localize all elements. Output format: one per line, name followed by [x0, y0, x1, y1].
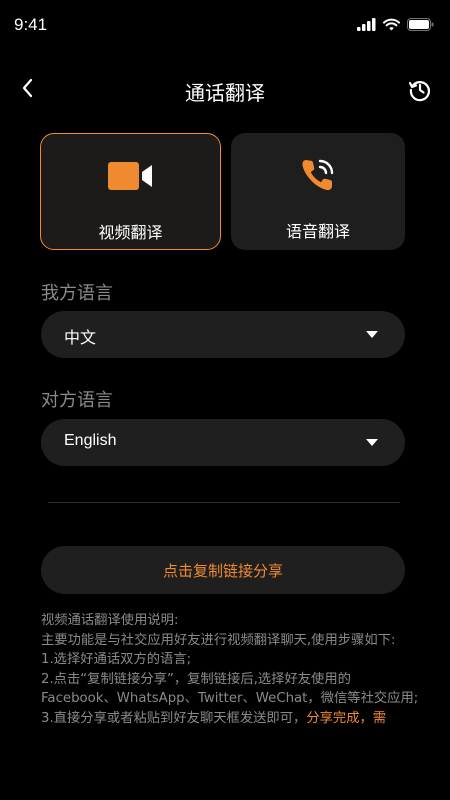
status-icons [357, 16, 434, 35]
instructions-step-3-highlight: 分享完成，需 [306, 710, 387, 726]
video-camera-icon [107, 160, 154, 196]
instructions-step-3-text: 3.直接分享或者粘贴到好友聊天框发送即可， [41, 710, 307, 726]
battery-icon [407, 16, 434, 35]
status-time: 9:41 [14, 15, 48, 34]
mode-label-voice: 语音翻译 [285, 222, 350, 241]
divider [48, 502, 400, 503]
instructions-intro: 主要功能是与社交应用好友进行视频翻译聊天,使用步骤如下: [41, 632, 396, 648]
cellular-signal-icon [357, 16, 376, 35]
call-translate-screen: 9:41 通话翻译 视频翻译 语音翻译 我方语言 中文 对方语言 English… [0, 0, 450, 800]
usage-instructions: 视频通话翻译使用说明: 主要功能是与社交应用好友进行视频翻译聊天,使用步骤如下:… [41, 611, 421, 728]
history-button[interactable] [406, 78, 434, 106]
my-language-label: 我方语言 [41, 283, 113, 304]
wifi-icon [383, 16, 400, 35]
instructions-title: 视频通话翻译使用说明: [41, 613, 179, 628]
navigation-bar: 通话翻译 [0, 62, 450, 118]
their-language-label: 对方语言 [41, 390, 113, 411]
mode-label-video: 视频翻译 [98, 223, 163, 242]
mode-card-video[interactable]: 视频翻译 [40, 133, 221, 250]
history-icon [408, 78, 432, 106]
mode-card-voice[interactable]: 语音翻译 [231, 133, 405, 250]
caret-down-icon [366, 439, 378, 446]
status-bar: 9:41 [0, 0, 450, 50]
page-title: 通话翻译 [185, 81, 265, 105]
copy-link-share-button[interactable]: 点击复制链接分享 [41, 546, 405, 594]
my-language-select[interactable]: 中文 [41, 311, 405, 358]
their-language-value: English [64, 432, 117, 449]
instructions-step-3: 3.直接分享或者粘贴到好友聊天框发送即可，分享完成，需 [41, 709, 421, 729]
my-language-value: 中文 [64, 328, 97, 347]
share-button-label: 点击复制链接分享 [162, 562, 283, 580]
their-language-select[interactable]: English [41, 419, 405, 466]
instructions-step-2: 2.点击“复制链接分享”，复制链接后,选择好友使用的Facebook、Whats… [41, 671, 419, 707]
caret-down-icon [366, 331, 378, 338]
phone-call-icon [298, 155, 338, 199]
instructions-step-1: 1.选择好通话双方的语言; [41, 652, 192, 667]
